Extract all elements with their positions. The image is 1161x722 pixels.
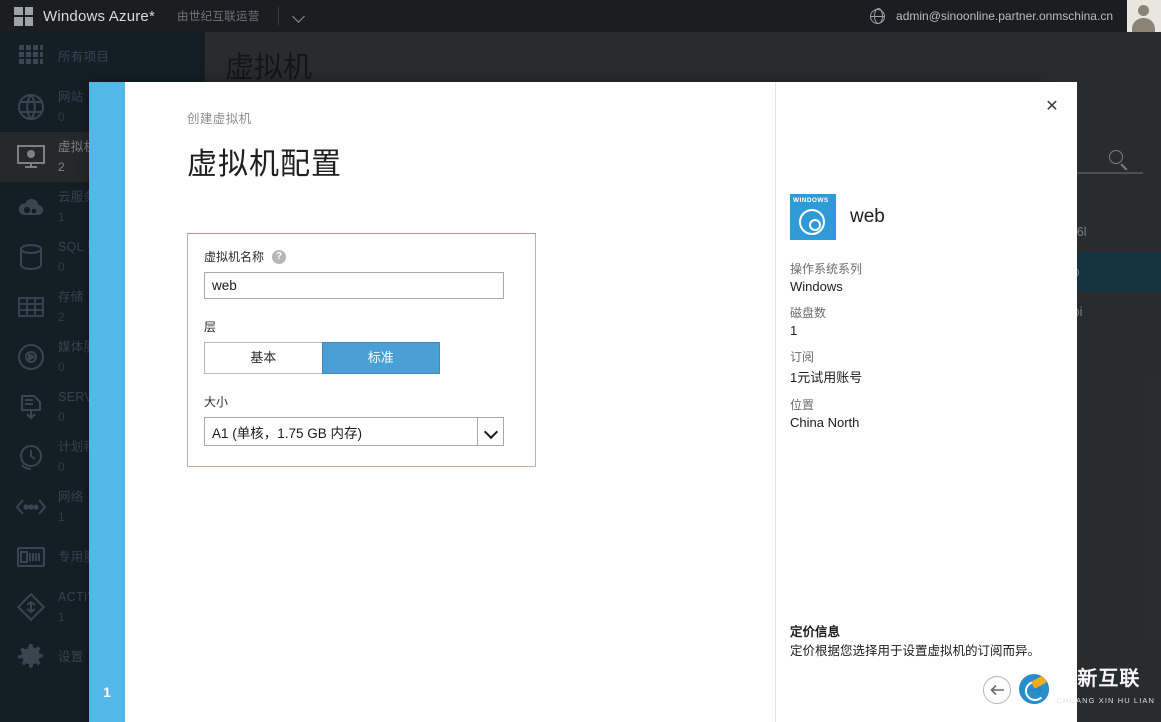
property-key: 磁盘数 xyxy=(790,306,827,320)
brand-title: Windows Azure* xyxy=(43,7,156,25)
avatar[interactable] xyxy=(1127,0,1161,32)
size-label-row: 大小 xyxy=(204,393,519,410)
vm-name-label-row: 虚拟机名称 ? xyxy=(204,248,519,265)
windows-logo-icon xyxy=(14,6,33,26)
modal-step-rail: 1 xyxy=(89,82,125,722)
arrow-right-icon xyxy=(1028,684,1043,696)
help-icon[interactable]: ? xyxy=(272,249,287,264)
account-email[interactable]: admin@sinoonline.partner.onmschina.cn xyxy=(896,9,1113,23)
vm-config-form: 虚拟机名称 ? 层 基本 标准 大小 xyxy=(187,233,536,467)
pricing-text: 定价根据您选择用于设置虚拟机的订阅而异。 xyxy=(790,644,1041,659)
property-key: 位置 xyxy=(790,398,815,412)
arrow-left-icon xyxy=(989,684,1004,696)
top-navigation-bar: Windows Azure* 由世纪互联运营 admin@sinoonline.… xyxy=(0,0,1161,32)
tier-label: 层 xyxy=(204,320,217,334)
vm-summary-header: WINDOWS web xyxy=(790,194,1077,240)
wizard-navigation xyxy=(983,676,1049,704)
property-value: 1元试用账号 xyxy=(790,370,863,385)
size-label: 大小 xyxy=(204,395,229,409)
size-select-value: A1 (单核，1.75 GB 内存) xyxy=(212,425,363,441)
chevron-down-icon[interactable] xyxy=(477,418,503,445)
tier-toggle-group: 基本 标准 xyxy=(204,342,440,374)
next-button[interactable] xyxy=(1021,676,1049,704)
tier-option-basic[interactable]: 基本 xyxy=(204,342,323,374)
vm-name-input[interactable] xyxy=(204,272,504,299)
chevron-down-icon[interactable] xyxy=(293,10,306,23)
vm-summary-name: web xyxy=(850,206,885,227)
back-button[interactable] xyxy=(983,676,1011,704)
step-number: 1 xyxy=(103,684,111,700)
size-select[interactable]: A1 (单核，1.75 GB 内存) xyxy=(204,417,504,446)
divider xyxy=(277,7,279,25)
modal-title: 虚拟机配置 xyxy=(187,148,342,181)
tier-label-row: 层 xyxy=(204,318,519,335)
vm-name-label: 虚拟机名称 xyxy=(204,250,265,264)
tier-option-standard[interactable]: 标准 xyxy=(321,342,440,374)
windows-icon-caption: WINDOWS xyxy=(793,197,829,204)
property-value: 1 xyxy=(790,323,798,338)
modal-body: ✕ 创建虚拟机 虚拟机配置 虚拟机名称 ? 层 基本 xyxy=(125,82,1077,722)
disc-shape xyxy=(799,209,825,235)
azure-portal-screen: 所有项目 网站 0 虚拟机 2 云服务 1 SQL 0 存储 2 媒体服务 0 … xyxy=(0,0,1161,722)
property-value: China North xyxy=(790,415,860,430)
modal-summary-pane: WINDOWS web 操作系统系列 Windows 磁盘数 1 订阅 1元试用… xyxy=(775,82,1077,722)
vm-properties: 操作系统系列 Windows 磁盘数 1 订阅 1元试用账号 位置 China … xyxy=(790,260,1077,430)
property-value: Windows xyxy=(790,279,843,294)
breadcrumb: 创建虚拟机 xyxy=(187,112,252,126)
pricing-info: 定价信息 定价根据您选择用于设置虚拟机的订阅而异。 xyxy=(790,621,1065,660)
create-vm-modal: 1 ✕ 创建虚拟机 虚拟机配置 虚拟机名称 ? 层 xyxy=(89,82,1077,722)
modal-left-pane: 创建虚拟机 虚拟机配置 虚拟机名称 ? 层 基本 标准 xyxy=(125,82,775,722)
property-key: 订阅 xyxy=(790,350,815,364)
globe-icon[interactable] xyxy=(869,8,886,24)
property-key: 操作系统系列 xyxy=(790,262,863,276)
brand-subtitle: 由世纪互联运营 xyxy=(177,11,260,23)
windows-disc-icon: WINDOWS xyxy=(790,194,836,240)
pricing-title: 定价信息 xyxy=(790,625,841,640)
